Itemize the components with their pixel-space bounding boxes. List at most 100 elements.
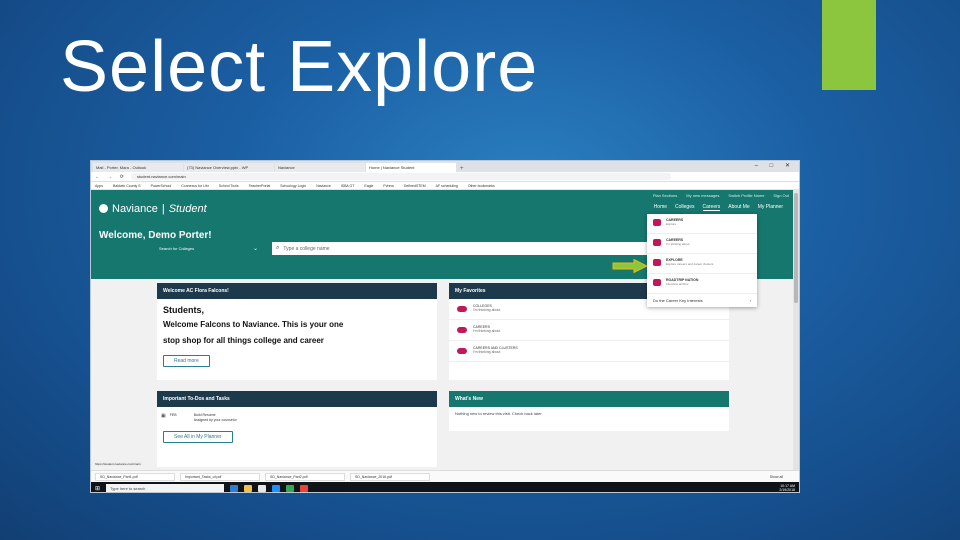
browser-tab[interactable]: Mail - Porter, Mara - Outlook bbox=[93, 163, 183, 172]
bookmark[interactable]: TeacherPortal bbox=[249, 184, 271, 188]
windows-taskbar: ⊞ Type here to search 10:17 AM 2/19/2018 bbox=[91, 482, 799, 492]
heart-icon bbox=[653, 239, 661, 246]
download-item[interactable]: SD_Naviance_Part1.pdf bbox=[95, 472, 175, 481]
nav-colleges[interactable]: Colleges bbox=[675, 204, 694, 211]
chevron-down-icon[interactable]: ⌄ bbox=[253, 245, 258, 252]
search-icon: ⌕ bbox=[276, 245, 280, 251]
favorite-sub: I'm thinking about bbox=[473, 329, 501, 333]
clock-date: 2/19/2018 bbox=[779, 488, 795, 492]
dropdown-item-sub: I'm thinking about bbox=[666, 242, 690, 246]
bookmark[interactable]: Eagle bbox=[364, 184, 373, 188]
card-header: Welcome AC Flora Falcons! bbox=[157, 283, 437, 299]
browser-tab-bar: Mail - Porter, Mara - Outlook (73) Navia… bbox=[91, 161, 799, 172]
favorite-sub: I'm thinking about bbox=[473, 350, 501, 354]
graduation-cap-icon bbox=[653, 259, 661, 266]
dropdown-item-roadtrip[interactable]: ROADTRIP NATION Interview archive bbox=[647, 274, 757, 294]
green-arrow-icon bbox=[612, 259, 648, 273]
whats-new-text: Nothing new to review this visit. Check … bbox=[455, 411, 543, 416]
careers-dropdown-menu: CAREERS Explore CAREERS I'm thinking about… bbox=[647, 214, 757, 307]
see-all-planner-button[interactable]: See All in My Planner bbox=[163, 431, 233, 443]
announcement-card: Welcome AC Flora Falcons! Students, Welc… bbox=[157, 283, 437, 380]
nav-my-planner[interactable]: My Planner bbox=[758, 204, 783, 211]
accent-bar bbox=[822, 0, 876, 90]
download-item[interactable]: Important_Tasks_of.pdf bbox=[180, 472, 260, 481]
download-item[interactable]: SD_Naviance_2016.pdf bbox=[350, 472, 430, 481]
bookmark[interactable]: AF scheduling bbox=[436, 184, 458, 188]
taskbar-app-icon[interactable] bbox=[244, 484, 253, 492]
bookmark[interactable]: Schoology Login bbox=[280, 184, 306, 188]
naviance-logo[interactable]: Naviance | Student bbox=[99, 203, 207, 215]
download-item[interactable]: SD_Naviance_Part2.pdf bbox=[265, 472, 345, 481]
window-controls[interactable]: – □ ✕ bbox=[755, 162, 795, 169]
dropdown-item-sub: Explore bbox=[666, 222, 677, 226]
college-search-input[interactable]: ⌕ Type a college name bbox=[272, 242, 653, 255]
search-placeholder: Type a college name bbox=[283, 245, 330, 252]
todo-item[interactable]: ▣ FEB Build Resume Assigned by your coun… bbox=[157, 407, 437, 425]
chevron-right-icon: › bbox=[749, 298, 751, 303]
dropdown-footer-label: Do the Career Key Interests bbox=[653, 298, 703, 303]
favorite-sub: I'm thinking about bbox=[473, 308, 501, 312]
address-bar: ← → ⟳ student.naviance.com/main bbox=[91, 172, 799, 182]
status-url: https://student.naviance.com/main bbox=[93, 462, 143, 466]
downloads-bar: SD_Naviance_Part1.pdf Important_Tasks_of… bbox=[91, 470, 799, 482]
url-field[interactable]: student.naviance.com/main bbox=[130, 173, 671, 180]
taskbar-app-icon[interactable] bbox=[258, 484, 267, 492]
secondary-nav-item[interactable]: Switch Profile Name bbox=[728, 193, 764, 198]
briefcase-icon bbox=[457, 348, 467, 354]
taskbar-app-icon[interactable] bbox=[272, 484, 281, 492]
scrollbar-thumb[interactable] bbox=[794, 193, 798, 303]
whats-new-card: What's New Nothing new to review this vi… bbox=[449, 391, 729, 431]
bookmark[interactable]: Other bookmarks bbox=[468, 184, 495, 188]
dropdown-item-sub: Interview archive bbox=[666, 282, 689, 286]
bookmark[interactable]: Pvhnw bbox=[383, 184, 394, 188]
show-all-downloads[interactable]: Show all bbox=[770, 475, 783, 479]
nav-about-me[interactable]: About Me bbox=[728, 204, 749, 211]
bookmark[interactable]: Apps bbox=[95, 184, 103, 188]
main-nav: Home Colleges Careers About Me My Planne… bbox=[654, 204, 783, 211]
favorite-item[interactable]: CAREERS AND CLUSTERS I'm thinking about bbox=[449, 341, 729, 362]
slide-title: Select Explore bbox=[60, 27, 539, 107]
road-icon bbox=[653, 279, 661, 286]
dropdown-footer-link[interactable]: Do the Career Key Interests › bbox=[647, 294, 757, 307]
taskbar-search[interactable]: Type here to search bbox=[106, 483, 225, 492]
system-tray-clock[interactable]: 10:17 AM 2/19/2018 bbox=[779, 484, 799, 492]
nav-careers[interactable]: Careers bbox=[702, 204, 721, 211]
read-more-button[interactable]: Read more bbox=[163, 355, 210, 367]
dropdown-item-careers-explore[interactable]: CAREERS Explore bbox=[647, 214, 757, 234]
search-row: Search for Colleges ⌄ ⌕ Type a college n… bbox=[159, 242, 653, 255]
bookmark[interactable]: Connexus for Libr bbox=[181, 184, 209, 188]
logo-brand: Naviance bbox=[112, 203, 158, 215]
windows-start-icon[interactable]: ⊞ bbox=[95, 485, 100, 492]
favorite-item[interactable]: CAREERS I'm thinking about bbox=[449, 320, 729, 341]
heart-icon bbox=[457, 306, 467, 312]
secondary-nav-item[interactable]: Sign Out bbox=[773, 193, 789, 198]
naviance-page: Naviance | Student Plan Sections My new me… bbox=[91, 190, 795, 470]
dropdown-item-explore[interactable]: EXPLORE Explore careers and career cluste… bbox=[647, 254, 757, 274]
browser-nav-buttons[interactable]: ← → ⟳ bbox=[95, 174, 127, 180]
browser-tab[interactable]: (73) Naviance Overview.pptx - WP bbox=[184, 163, 274, 172]
bookmark[interactable]: PowerSchool bbox=[151, 184, 172, 188]
bookmark[interactable]: DefinedSTEM bbox=[404, 184, 426, 188]
browser-tab[interactable]: Naviance bbox=[275, 163, 365, 172]
secondary-nav-item[interactable]: Plan Sections bbox=[653, 193, 677, 198]
careers-icon bbox=[653, 219, 661, 226]
bookmarks-bar: Apps Baldwin County S PowerSchool Connex… bbox=[91, 182, 799, 190]
taskbar-app-icon[interactable] bbox=[300, 484, 309, 492]
taskbar-app-icon[interactable] bbox=[230, 484, 239, 492]
todos-card: Important To-Dos and Tasks ▣ FEB Build R… bbox=[157, 391, 437, 467]
browser-tab-active[interactable]: Home | Naviance Student bbox=[366, 163, 456, 172]
logo-separator: | bbox=[161, 203, 165, 215]
bookmark[interactable]: ISBA GT bbox=[341, 184, 355, 188]
todo-date: FEB bbox=[169, 413, 177, 417]
taskbar-app-icon[interactable] bbox=[286, 484, 295, 492]
bookmark[interactable]: Naviance bbox=[316, 184, 331, 188]
dropdown-item-careers-thinking[interactable]: CAREERS I'm thinking about bbox=[647, 234, 757, 254]
bookmark[interactable]: School Tools bbox=[219, 184, 239, 188]
naviance-logo-icon bbox=[99, 204, 108, 213]
calendar-icon: ▣ bbox=[161, 413, 166, 419]
announcement-line: stop shop for all things college and car… bbox=[163, 336, 324, 345]
bookmark[interactable]: Baldwin County S bbox=[113, 184, 141, 188]
secondary-nav-item[interactable]: My new messages bbox=[686, 193, 719, 198]
nav-home[interactable]: Home bbox=[654, 204, 667, 211]
search-scope-select[interactable]: Search for Colleges bbox=[159, 246, 253, 251]
